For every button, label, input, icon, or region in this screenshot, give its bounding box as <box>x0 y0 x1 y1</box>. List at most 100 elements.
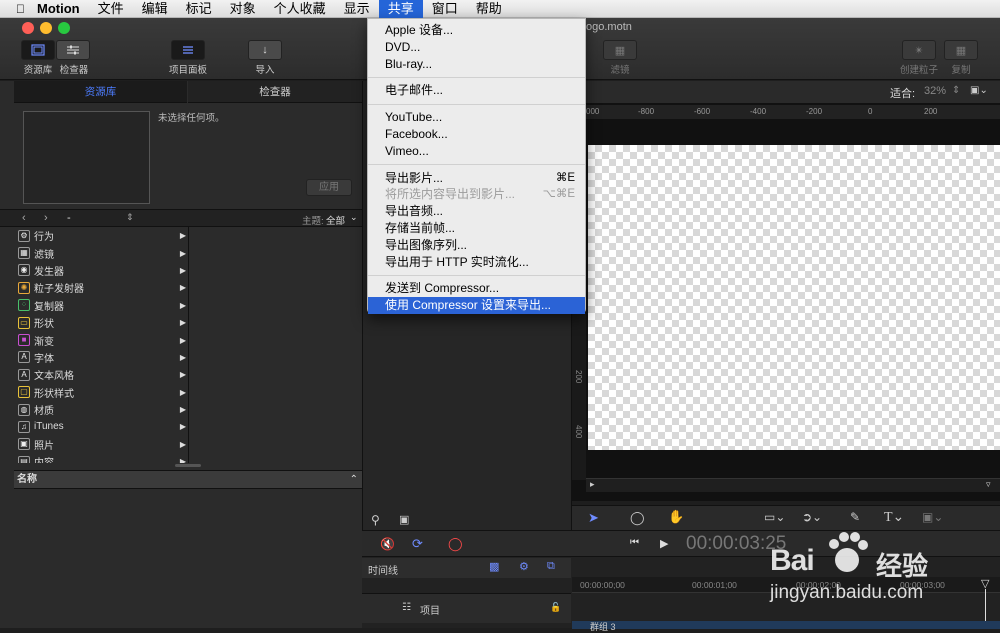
lock-icon[interactable]: 🔓 <box>550 602 561 613</box>
library-path[interactable]: - <box>67 212 71 224</box>
name-column-header[interactable]: 名称 ⌃ <box>14 470 362 489</box>
minimize-button[interactable] <box>40 22 52 34</box>
library-item-label: 渐变 <box>34 336 54 348</box>
share-menu-item[interactable]: Vimeo... <box>368 143 585 160</box>
menu-window[interactable]: 窗口 <box>423 0 467 18</box>
share-menu-item[interactable]: DVD... <box>368 39 585 56</box>
share-menu-item-label: Blu-ray... <box>385 56 433 71</box>
group-label: 群组 3 <box>590 622 616 632</box>
zoom-button[interactable] <box>58 22 70 34</box>
menu-view[interactable]: 显示 <box>335 0 379 18</box>
path-chevron-icon[interactable]: ⇕ <box>126 212 134 223</box>
view-options-icon[interactable]: ▣⌄ <box>970 85 988 96</box>
timeline-label: 时间线 <box>368 566 398 577</box>
canvas-transparency[interactable] <box>588 145 1000 450</box>
disclosure-arrow-icon: ▶ <box>179 335 186 345</box>
chevron-down-icon[interactable]: ⌄ <box>350 212 358 223</box>
transform-tool-icon[interactable]: ◯ <box>630 510 645 526</box>
share-menu-item[interactable]: 导出图像序列... <box>368 237 585 254</box>
share-menu-item[interactable]: Apple 设备... <box>368 22 585 39</box>
menu-file[interactable]: 文件 <box>89 0 133 18</box>
select-tool-icon[interactable]: ➤ <box>588 510 599 526</box>
mute-icon[interactable]: 🔇 <box>380 537 395 551</box>
forward-icon[interactable]: › <box>44 212 48 224</box>
disclosure-arrow-icon: ▶ <box>179 370 186 380</box>
theme-select[interactable]: 全部 <box>326 213 345 227</box>
sort-up-icon[interactable]: ⌃ <box>350 471 358 489</box>
share-menu-item[interactable]: 电子邮件... <box>368 82 585 99</box>
library-item[interactable]: ▤ 内容 ▶ <box>14 453 188 463</box>
filters-button[interactable]: ▦ <box>603 40 637 60</box>
share-menu-item[interactable]: 导出音频... <box>368 203 585 220</box>
library-toggle-button[interactable] <box>21 40 55 60</box>
document-title: ogo.motn <box>586 21 632 33</box>
layers-icon[interactable]: ⧉ <box>547 560 555 573</box>
mini-timeline[interactable]: ▸ ▿ <box>586 478 1000 492</box>
thumbnail-icon[interactable]: ▣ <box>399 513 409 526</box>
library-item[interactable]: ▢ 形状样式 ▶ <box>14 384 188 401</box>
share-menu-item[interactable]: 存储当前帧... <box>368 220 585 237</box>
replicate-button[interactable]: ▦ <box>944 40 978 60</box>
mask-tool-icon[interactable]: ▣⌄ <box>922 510 943 524</box>
library-item[interactable]: ▦ 滤镜 ▶ <box>14 244 188 261</box>
close-button[interactable] <box>22 22 34 34</box>
zoom-value[interactable]: 32% <box>924 85 946 97</box>
checker-view-icon[interactable]: ▩ <box>489 560 499 573</box>
share-menu-item[interactable]: 使用 Compressor 设置来导出... <box>368 297 585 314</box>
zoom-stepper-icon[interactable]: ⇕ <box>952 85 960 96</box>
library-item[interactable]: ▣ 照片 ▶ <box>14 436 188 453</box>
loop-icon[interactable]: ⟳ <box>412 536 423 552</box>
share-menu-item[interactable]: 导出影片... ⌘E <box>368 170 585 187</box>
ruler-tick: 0 <box>868 107 873 116</box>
library-item[interactable]: ⁘ 复制器 ▶ <box>14 297 188 314</box>
apple-menu-icon[interactable]:  <box>0 0 33 18</box>
library-item-label: iTunes <box>34 421 64 433</box>
gear-icon[interactable]: ⚙ <box>519 560 529 573</box>
tab-library[interactable]: 资源库 <box>14 81 187 103</box>
library-item[interactable]: ▭ 形状 ▶ <box>14 314 188 331</box>
library-item[interactable]: A 文本风格 ▶ <box>14 366 188 383</box>
project-row[interactable] <box>362 593 571 623</box>
share-menu-item[interactable]: 发送到 Compressor... <box>368 280 585 297</box>
menu-help[interactable]: 帮助 <box>467 0 511 18</box>
record-icon[interactable]: ◯ <box>448 536 463 552</box>
playhead-start-icon[interactable]: ▸ <box>590 479 595 490</box>
menu-mark[interactable]: 标记 <box>177 0 221 18</box>
splitter-handle[interactable] <box>175 464 201 467</box>
skip-back-icon[interactable]: ⏮ <box>630 537 639 548</box>
shape-tool-icon[interactable]: ▭⌄ <box>764 510 785 524</box>
share-menu-item[interactable]: YouTube... <box>368 109 585 126</box>
library-item[interactable]: ◍ 材质 ▶ <box>14 401 188 418</box>
share-menu-item-label: 将所选内容导出到影片... <box>385 187 516 202</box>
back-icon[interactable]: ‹ <box>22 212 26 224</box>
disclosure-arrow-icon: ▶ <box>179 248 186 258</box>
create-particles-button[interactable]: ✴ <box>902 40 936 60</box>
disclosure-arrow-icon: ▶ <box>179 300 186 310</box>
paint-tool-icon[interactable]: ✎ <box>850 510 860 524</box>
pan-tool-icon[interactable]: ✋ <box>668 509 684 525</box>
menu-favorites[interactable]: 个人收藏 <box>265 0 335 18</box>
play-icon[interactable]: ▶ <box>660 537 668 550</box>
library-item[interactable]: ⚙ 行为 ▶ <box>14 227 188 244</box>
project-panel-button[interactable] <box>171 40 205 60</box>
share-menu-item[interactable]: Blu-ray... <box>368 56 585 73</box>
library-item[interactable]: ■ 渐变 ▶ <box>14 331 188 348</box>
library-item[interactable]: ✺ 粒子发射器 ▶ <box>14 279 188 296</box>
ruler-tick: 200 <box>924 107 938 116</box>
app-menu[interactable]: Motion <box>33 0 89 18</box>
share-menu-item[interactable]: Facebook... <box>368 126 585 143</box>
menu-edit[interactable]: 编辑 <box>133 0 177 18</box>
share-menu-item[interactable]: 导出用于 HTTP 实时流化... <box>368 254 585 271</box>
library-item[interactable]: A 字体 ▶ <box>14 349 188 366</box>
library-item[interactable]: ◉ 发生器 ▶ <box>14 262 188 279</box>
menu-object[interactable]: 对象 <box>221 0 265 18</box>
playhead-end-icon[interactable]: ▿ <box>986 479 991 490</box>
library-item[interactable]: ♫ iTunes ▶ <box>14 418 188 435</box>
apply-button[interactable]: 应用 <box>306 179 352 196</box>
search-icon[interactable]: ⚲ <box>371 513 380 527</box>
import-button[interactable]: ↓ <box>248 40 282 60</box>
bezier-tool-icon[interactable]: ➲⌄ <box>802 510 822 524</box>
tab-inspector[interactable]: 检查器 <box>188 81 362 103</box>
inspector-toggle-button[interactable] <box>56 40 90 60</box>
menu-share[interactable]: 共享 <box>378 0 423 18</box>
